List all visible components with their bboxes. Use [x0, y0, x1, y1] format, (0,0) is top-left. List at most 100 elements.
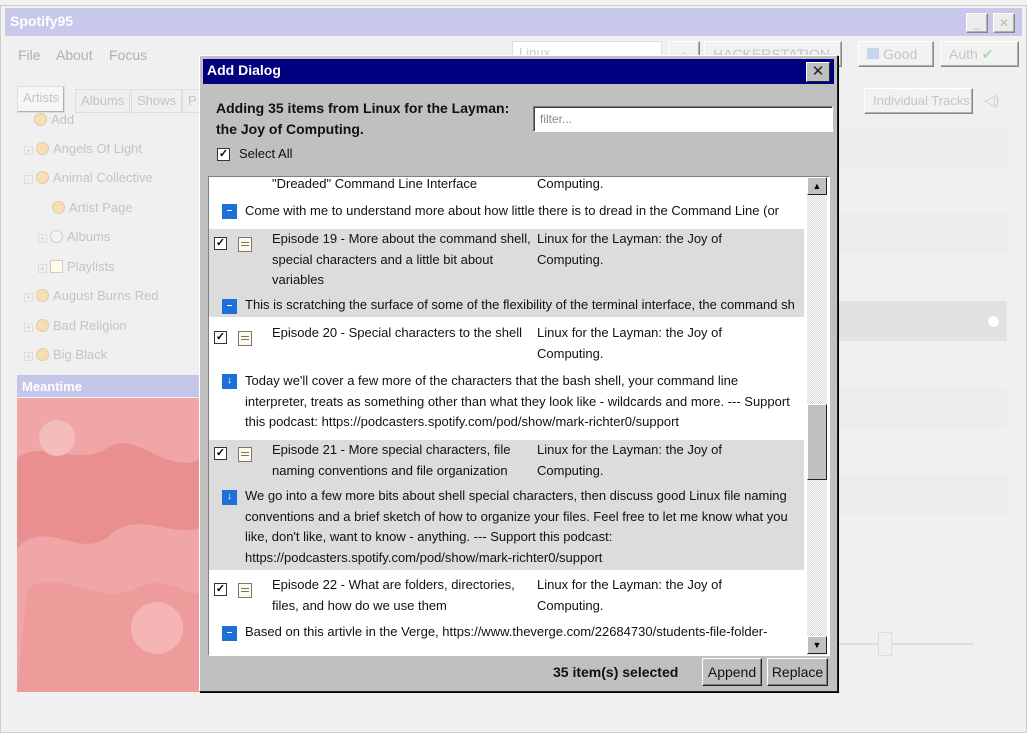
tree-item[interactable]: + Playlists — [38, 259, 115, 274]
scroll-down-button[interactable]: ▼ — [807, 636, 827, 654]
select-all-checkbox[interactable]: ✓ — [217, 148, 230, 161]
tab-artists[interactable]: Artists — [17, 86, 66, 113]
tab-albums[interactable]: Albums — [75, 89, 131, 113]
row-checkbox[interactable]: ✓ — [214, 447, 227, 460]
collapse-icon[interactable]: - — [24, 175, 33, 184]
list-item — [838, 127, 1007, 167]
episode-description: Come with me to understand more about ho… — [245, 203, 779, 218]
app-title: Spotify95 — [10, 13, 74, 29]
tab-playlists[interactable]: P — [182, 89, 200, 113]
episode-title: Episode 22 - What are folders, directori… — [272, 577, 515, 613]
radio-icon[interactable] — [987, 315, 1000, 328]
menu-file[interactable]: File — [18, 47, 41, 63]
episode-description: This is scratching the surface of some o… — [245, 297, 795, 312]
face-icon — [52, 201, 65, 214]
episode-description: Today we'll cover a few more of the char… — [245, 373, 790, 429]
episode-title: Episode 21 - More special characters, fi… — [272, 442, 511, 478]
episode-list: "Dreaded" Command Line Interface Computi… — [208, 176, 830, 656]
row-checkbox[interactable]: ✓ — [214, 237, 227, 250]
face-icon — [36, 348, 49, 361]
episode-podcast: Linux for the Layman: the Joy of Computi… — [537, 325, 722, 361]
collapse-icon[interactable]: – — [222, 299, 237, 314]
menu-focus[interactable]: Focus — [109, 47, 147, 63]
episode-podcast: Computing. — [537, 176, 604, 191]
replace-button[interactable]: Replace — [767, 658, 828, 686]
episode-title: Episode 20 - Special characters to the s… — [272, 325, 523, 340]
minimize-button[interactable]: _ — [966, 13, 988, 33]
tree-item[interactable]: + Angels Of Light — [24, 141, 142, 156]
dialog-heading: Adding 35 items from Linux for the Layma… — [216, 100, 510, 137]
description-row[interactable]: – Come with me to understand more about … — [209, 201, 804, 229]
menu-about[interactable]: About — [56, 47, 93, 63]
scroll-up-button[interactable]: ▲ — [807, 177, 827, 195]
filter-input[interactable] — [533, 106, 833, 132]
select-all-label: Select All — [239, 146, 293, 161]
expand-icon[interactable]: + — [24, 352, 33, 361]
tree-item[interactable]: + August Burns Red — [24, 288, 159, 303]
tab-shows[interactable]: Shows — [131, 89, 183, 113]
album-art — [17, 398, 203, 692]
list-item — [838, 214, 1007, 254]
playlist-icon — [50, 260, 63, 273]
row-checkbox[interactable]: ✓ — [214, 331, 227, 344]
expand-icon[interactable]: ↓ — [222, 374, 237, 389]
list-item — [838, 475, 1007, 515]
face-icon — [36, 142, 49, 155]
expand-icon[interactable]: + — [38, 234, 47, 243]
row-checkbox[interactable]: ✓ — [214, 583, 227, 596]
collapse-icon[interactable]: – — [222, 626, 237, 641]
episode-title: Episode 19 - More about the command shel… — [272, 231, 531, 287]
speaker-icon[interactable]: ◁) — [984, 92, 999, 109]
tree-item[interactable]: Artist Page — [52, 200, 133, 215]
append-button[interactable]: Append — [702, 658, 762, 686]
expand-icon[interactable]: + — [38, 264, 47, 273]
album-art-image — [17, 398, 203, 692]
table-row[interactable]: ✓ Episode 19 - More about the command sh… — [209, 229, 804, 317]
expand-icon[interactable]: + — [24, 293, 33, 302]
face-icon — [34, 113, 47, 126]
description-row[interactable]: – Based on this artivle in the Verge, ht… — [209, 623, 804, 651]
table-row[interactable]: ✓ Episode 22 - What are folders, directo… — [209, 575, 804, 625]
expand-icon[interactable]: ↓ — [222, 490, 237, 505]
episode-note-icon — [238, 331, 252, 346]
tree-item[interactable]: + Albums — [38, 229, 110, 244]
expand-icon[interactable]: + — [24, 323, 33, 332]
dialog-title: Add Dialog — [207, 62, 281, 78]
table-row[interactable]: ✓ Episode 20 - Special characters to the… — [209, 319, 804, 439]
episode-podcast: Linux for the Layman: the Joy of Computi… — [537, 442, 722, 478]
dialog-title-bar — [203, 59, 834, 84]
episode-note-icon — [238, 583, 252, 598]
face-icon — [36, 289, 49, 302]
episode-podcast: Linux for the Layman: the Joy of Computi… — [537, 577, 722, 613]
dialog-close-button[interactable]: ✕ — [806, 62, 830, 82]
good-label: Good — [883, 46, 918, 62]
table-row[interactable]: "Dreaded" Command Line Interface Computi… — [209, 177, 804, 201]
tree-item[interactable]: + Big Black — [24, 347, 107, 362]
episode-description: Based on this artivle in the Verge, http… — [245, 624, 768, 639]
episode-note-icon — [238, 447, 252, 462]
expand-icon[interactable]: + — [24, 146, 33, 155]
tree-item[interactable]: Add — [34, 112, 74, 127]
selected-count: 35 item(s) selected — [553, 664, 679, 680]
episode-description: We go into a few more bits about shell s… — [245, 488, 788, 565]
individual-tracks-button[interactable]: Individual Tracks — [864, 88, 973, 114]
title-bar — [5, 8, 1022, 36]
scrollbar-thumb[interactable] — [807, 404, 827, 480]
chart-icon — [867, 48, 879, 59]
volume-slider-thumb[interactable] — [878, 632, 892, 656]
face-icon — [36, 171, 49, 184]
close-button[interactable]: ✕ — [993, 13, 1015, 33]
episode-title: "Dreaded" Command Line Interface — [272, 176, 478, 191]
table-row[interactable]: ✓ Episode 21 - More special characters, … — [209, 440, 804, 570]
list-item — [838, 301, 1007, 341]
tree-item[interactable]: + Bad Religion — [24, 318, 127, 333]
tree-item[interactable]: - Animal Collective — [24, 170, 153, 185]
disc-icon — [50, 230, 63, 243]
episode-note-icon — [238, 237, 252, 252]
auth-label: Auth — [949, 46, 978, 62]
collapse-icon[interactable]: – — [222, 204, 237, 219]
check-icon: ✔ — [981, 46, 994, 62]
volume-slider-track[interactable] — [838, 643, 973, 645]
auth-button[interactable]: Auth ✔ — [940, 41, 1019, 67]
good-button[interactable]: Good — [858, 41, 934, 67]
